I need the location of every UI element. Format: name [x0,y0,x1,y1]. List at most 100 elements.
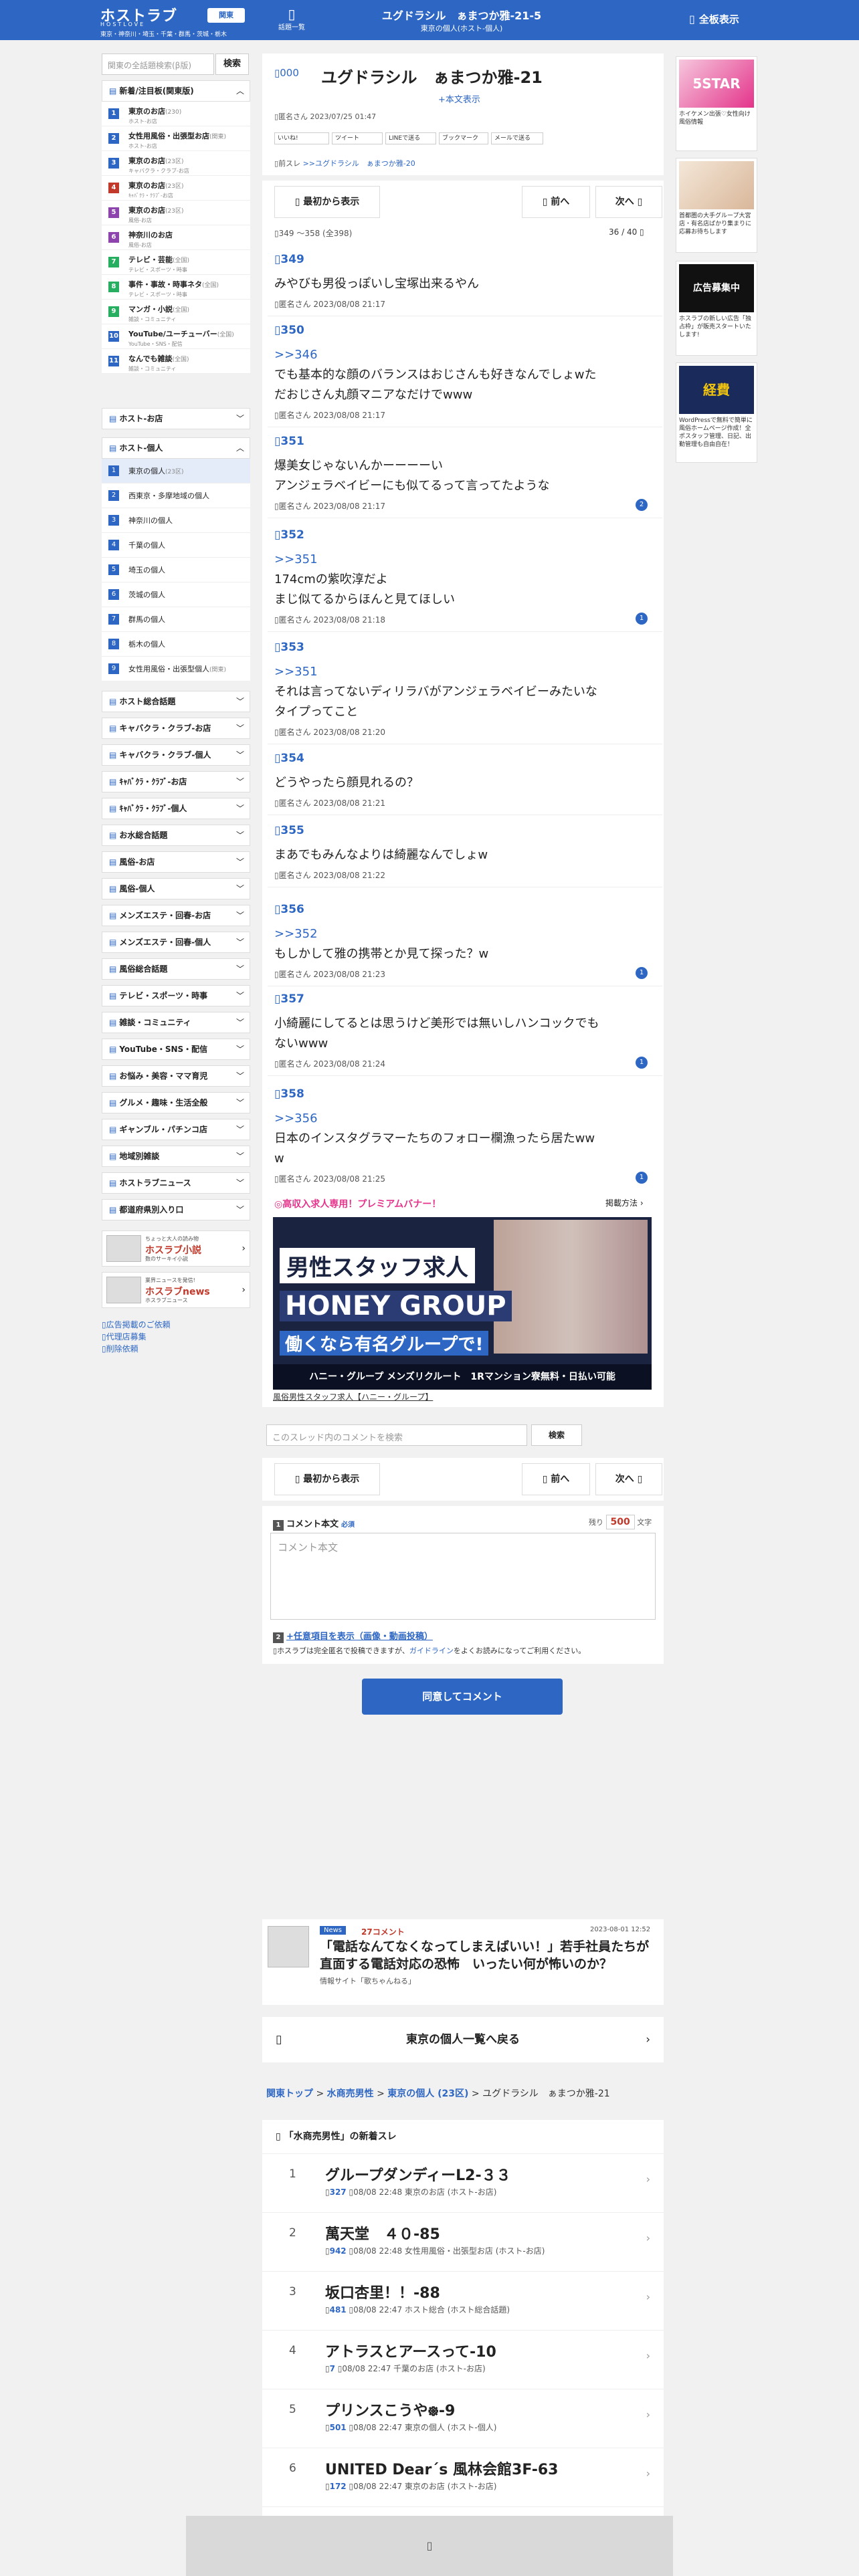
first-page-button[interactable]: ▯ 最初から表示 [274,186,380,218]
sidebar-hot-item[interactable]: 6 神奈川のお店 風俗-お店 [102,225,250,250]
sidebar-footer-link[interactable]: ▯代理店募集 [102,1331,147,1342]
thread-search-button[interactable]: 検索 [531,1424,582,1446]
reply-count-badge[interactable]: 1 [636,1057,648,1069]
sidebar-category[interactable]: ▤ ホストラブニュース ﹀ [102,1172,250,1194]
sidebar-category[interactable]: ▤ YouTube・SNS・配信 ﹀ [102,1039,250,1060]
sidebar-hot-item[interactable]: 1 東京のお店(230) ホスト-お店 [102,102,250,126]
ranking-item[interactable]: 3 坂口杏里！！-88 ▯481 ▯08/08 22:47 ホスト総合 (ホスト総合… [262,2271,664,2327]
sidebar-footer-link[interactable]: ▯広告掲載のご依頼 [102,1319,171,1330]
prev-thread-link[interactable]: >>ユグドラシル ぁまつか雅-20 [303,159,415,168]
sidebar-hot-item[interactable]: 4 東京のお店(23区) ｷｬﾊﾞｸﾗ・ｸﾗﾌﾞ-お店 [102,176,250,201]
breadcrumb-item[interactable]: 東京の個人 (23区) [387,2088,468,2099]
sidebar-category[interactable]: ▤ メンズエステ・回春-お店 ﹀ [102,905,250,926]
prev-page-button-bottom[interactable]: ▯ 前へ [522,1463,590,1495]
post-number[interactable]: ▯349 [274,253,304,266]
post-number[interactable]: ▯352 [274,528,304,542]
sidebar-category[interactable]: ▤ ｷｬﾊﾞｸﾗ・ｸﾗﾌﾞ-お店 ﹀ [102,771,250,792]
all-display-button[interactable]: ▯ 全板表示 [689,12,739,26]
guideline-link[interactable]: ガイドライン [409,1646,454,1655]
post-number[interactable]: ▯351 [274,435,304,448]
ad-banner-4[interactable]: 経費 WordPressで無料で簡単に風俗ホームページ作成！全ポスタッフ管理、日… [676,362,757,463]
post-number[interactable]: ▯358 [274,1087,304,1101]
ranking-item[interactable]: 5 プリンスこうや᪥-9 ▯501 ▯08/08 22:47 東京の個人 (ホスト-… [262,2389,664,2445]
share-button[interactable]: いいね! [274,132,329,144]
post-number[interactable]: ▯356 [274,903,304,916]
sidebar-hot-item[interactable]: 9 マンガ・小説(全国) 雑談・コミュニティ [102,300,250,324]
ranking-item[interactable]: 1 グループダンディーL2-３３ ▯327 ▯08/08 22:48 東京のお店 (… [262,2153,664,2210]
next-page-button[interactable]: 次へ ▯ [595,186,662,218]
sidebar-category[interactable]: ▤ ホスト-個人 ︿ [102,437,250,459]
sidebar-hot-item[interactable]: 7 テレビ・芸能(全国) テレビ・スポーツ・時事 [102,250,250,275]
sidebar-hot-item[interactable]: 2 女性用風俗・出張型お店(関東) ホスト-お店 [102,126,250,151]
sidebar-category[interactable]: ▤ ホスト総合話題 ﹀ [102,691,250,712]
breadcrumb-item[interactable]: 関東トップ [266,2088,313,2099]
optional-toggle[interactable]: 2 +任意項目を表示（画像・動画投稿） [273,1629,433,1643]
global-search-button[interactable]: 検索 [215,53,249,75]
sidebar-personal-item[interactable]: 9 女性用風俗・出張型個人(関東) [102,657,250,681]
region-button[interactable]: 関東 [207,8,245,23]
post-anchor-link[interactable]: >>351 [274,550,649,570]
back-to-list-button[interactable]: ▯ 東京の個人一覧へ戻る › [262,2017,664,2062]
sidebar-personal-item[interactable]: 6 茨城の個人 [102,582,250,607]
sidebar-category[interactable]: ▤ 風俗-個人 ﹀ [102,878,250,899]
submit-comment-button[interactable]: 同意してコメント [362,1679,563,1715]
sidebar-category[interactable]: ▤ ｷｬﾊﾞｸﾗ・ｸﾗﾌﾞ-個人 ﹀ [102,798,250,819]
first-page-button-bottom[interactable]: ▯ 最初から表示 [274,1463,380,1495]
sidebar-category[interactable]: ▤ ギャンブル・パチンコ店 ﹀ [102,1119,250,1140]
thread-search-input[interactable]: このスレッド内のコメントを検索 [266,1424,527,1446]
post-number[interactable]: ▯354 [274,752,304,765]
promo-method-link[interactable]: 掲載方法 › [605,1197,644,1208]
sidebar-category[interactable]: ▤ テレビ・スポーツ・時事 ﹀ [102,985,250,1006]
post-number[interactable]: ▯353 [274,641,304,654]
sidebar-category[interactable]: ▤ 風俗-お店 ﹀ [102,851,250,873]
reply-count-badge[interactable]: 1 [636,613,648,625]
post-anchor-link[interactable]: >>356 [274,1109,649,1129]
news-card[interactable]: News 27コメント 2023-08-01 12:52 「電話なんてなくなって… [262,1919,664,2005]
sidebar-banner-1[interactable]: ちょっと大人の読み物 ホスラブ小説 数のサーキイ小説 › [102,1230,250,1267]
hot-section-header[interactable]: ▤ 新着/注目板(関東版) ︿ [102,80,250,102]
post-number[interactable]: ▯357 [274,992,304,1006]
global-search-input[interactable]: 関東の全話題検索(β版) [102,53,214,75]
sidebar-category[interactable]: ▤ 地域別雑談 ﹀ [102,1146,250,1167]
sidebar-banner-2[interactable]: 業界ニュースを発信! ホスラブnews ホスラブニュース › [102,1272,250,1308]
post-number[interactable]: ▯350 [274,324,304,337]
promo-banner-image[interactable]: 男性スタッフ求人 HONEY GROUP 働くなら有名グループで! ハニー・グル… [273,1217,652,1390]
sidebar-hot-item[interactable]: 5 東京のお店(23区) 風俗-お店 [102,201,250,225]
post-anchor-link[interactable]: >>346 [274,345,649,365]
sidebar-category[interactable]: ▤ グルメ・趣味・生活全般 ﹀ [102,1092,250,1113]
post-number[interactable]: ▯355 [274,824,304,837]
show-body-link[interactable]: +本文表示 [438,92,480,105]
sidebar-personal-item[interactable]: 2 西東京・多摩地域の個人 [102,484,250,508]
comment-textarea[interactable]: コメント本文 [270,1533,656,1620]
share-button[interactable]: ブックマーク [439,132,488,144]
ad-banner-1[interactable]: 5STAR ホイケメン出張♡女性向け風俗情報 [676,56,757,151]
sidebar-category[interactable]: ▤ お水総合話題 ﹀ [102,825,250,846]
sidebar-hot-item[interactable]: 10 YouTube/ユーチューバー(全国) YouTube・SNS・配信 [102,324,250,349]
ad-banner-3[interactable]: 広告募集中 ホスラブの新しい広告「独占枠」が販売スタートいたします! [676,261,757,356]
footer-toolbar[interactable]: ▯ [186,2516,673,2576]
share-button[interactable]: ツイート [332,132,383,144]
sidebar-category[interactable]: ▤ 風俗総合話題 ﹀ [102,958,250,980]
breadcrumb-item[interactable]: 水商売男性 [327,2088,374,2099]
board-list-button[interactable]: ▯ 話題一覧 [272,7,312,31]
reply-count-badge[interactable]: 1 [636,967,648,979]
sidebar-category[interactable]: ▤ お悩み・美容・ママ育児 ﹀ [102,1065,250,1087]
sidebar-footer-link[interactable]: ▯削除依頼 [102,1343,138,1354]
sidebar-category[interactable]: ▤ キャバクラ・クラブ-お店 ﹀ [102,718,250,739]
sidebar-personal-item[interactable]: 1 東京の個人(23区) [102,459,250,484]
page-indicator[interactable]: 36 / 40 ▯ [609,227,644,237]
sidebar-personal-item[interactable]: 8 栃木の個人 [102,632,250,657]
share-button[interactable]: メールで送る [491,132,543,144]
prev-page-button[interactable]: ▯ 前へ [522,186,590,218]
promo-caption-link[interactable]: 風俗男性スタッフ求人【ハニー・グループ】 [273,1391,433,1402]
ranking-item[interactable]: 2 萬天堂 ４０-85 ▯942 ▯08/08 22:48 女性用風俗・出張型お店 … [262,2212,664,2268]
sidebar-category[interactable]: ▤ 都道府県別入り口 ﹀ [102,1199,250,1220]
post-anchor-link[interactable]: >>351 [274,662,649,682]
ranking-item[interactable]: 6 UNITED Dear´s 風林会館3F-63 ▯172 ▯08/08 22:4… [262,2448,664,2504]
reply-count-badge[interactable]: 1 [636,1172,648,1184]
ad-banner-2[interactable]: 首都圏の大手グループ大宮店・有名店ばかり集まりに応募お待ちします [676,158,757,253]
sidebar-personal-item[interactable]: 4 千葉の個人 [102,533,250,558]
sidebar-category[interactable]: ▤ メンズエステ・回春-個人 ﹀ [102,932,250,953]
sidebar-category[interactable]: ▤ キャバクラ・クラブ-個人 ﹀ [102,744,250,766]
sidebar-hot-item[interactable]: 3 東京のお店(23区) キャバクラ・クラブ-お店 [102,151,250,176]
